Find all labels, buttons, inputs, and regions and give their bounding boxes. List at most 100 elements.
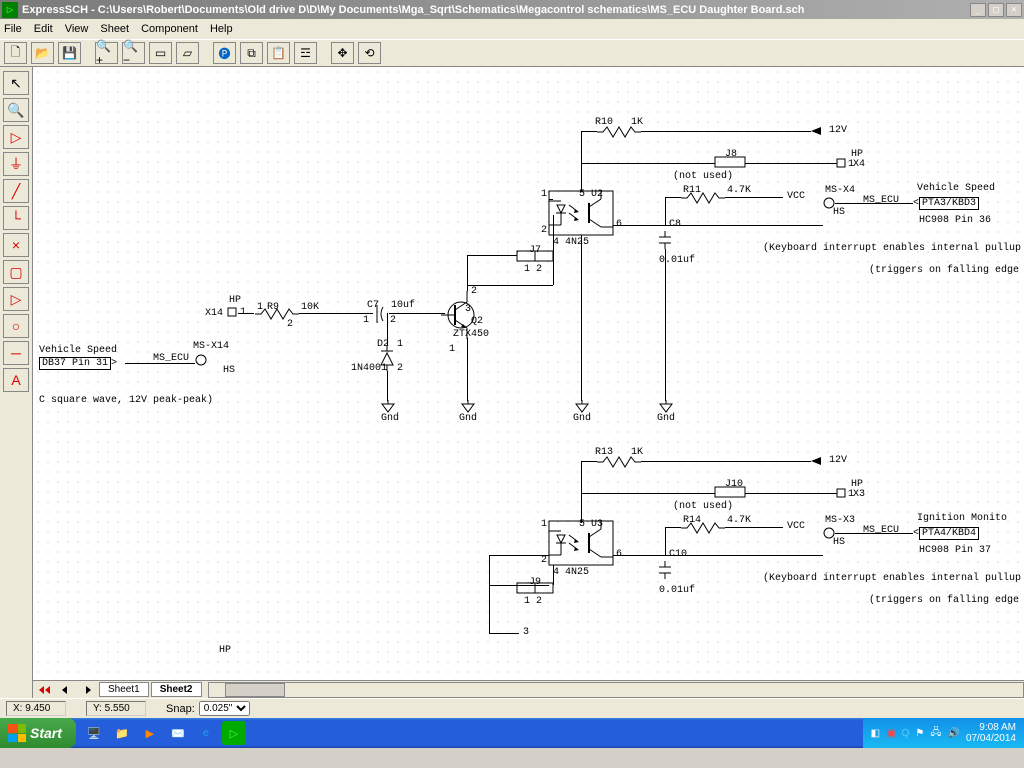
quicklaunch-expresssch[interactable]: ▷ [222, 721, 246, 745]
r13-val: 1K [631, 447, 643, 458]
menu-view[interactable]: View [65, 23, 89, 35]
label-ignition-monitor: Ignition Monito [917, 513, 1007, 524]
resistor-r14 [681, 523, 725, 533]
open-button[interactable]: 📂 [31, 42, 54, 64]
port-ms-x4: MS-X4 [825, 185, 855, 196]
windows-logo-icon [8, 724, 26, 742]
app-icon: ▷ [2, 2, 18, 18]
tray-icon[interactable]: ▣ [886, 728, 895, 739]
quicklaunch-desktop[interactable]: 🖥️ [82, 721, 106, 745]
zoom-out-button[interactable]: 🔍− [122, 42, 145, 64]
label-hp: HP [229, 295, 241, 306]
tab-nav-icon[interactable] [81, 683, 95, 697]
taskbar: Start 🖥️ 📁 ▶ ✉️ e ▷ ◧ ▣ Q ⚑ 🖧 🔊 9:08 AM … [0, 718, 1024, 748]
ground-tool[interactable]: ⏚ [3, 152, 29, 176]
maximize-button[interactable]: □ [988, 3, 1004, 17]
gnd-icon [380, 400, 396, 412]
tab-nav-icon[interactable] [37, 683, 51, 697]
u3-ref: U3 [591, 519, 603, 530]
snap-label: Snap: [166, 703, 195, 715]
c8-ref: C8 [669, 219, 681, 230]
tray-flag-icon[interactable]: ⚑ [915, 728, 924, 739]
header-j9 [517, 583, 553, 595]
corner-tool[interactable]: └ [3, 206, 29, 230]
tool-palette: ↖ 🔍 ▷ ⏚ ╱ └ × ▢ ▷ ○ ─ A [0, 67, 33, 698]
zoom-page-button[interactable]: ▱ [176, 42, 199, 64]
tab-sheet2[interactable]: Sheet2 [151, 682, 202, 697]
move-button[interactable]: ✥ [331, 42, 354, 64]
q2-part: ZTX450 [453, 329, 489, 340]
rotate-button[interactable]: ⟲ [358, 42, 381, 64]
conn-pta3: PTA3/KBD3 [919, 197, 979, 210]
tray-icon[interactable]: ◧ [871, 728, 880, 739]
label-hc908-36: HC908 Pin 36 [919, 215, 991, 226]
c10-val: 0.01uf [659, 585, 695, 596]
menu-edit[interactable]: Edit [34, 23, 53, 35]
start-button[interactable]: Start [0, 718, 76, 748]
tray-icon[interactable]: Q [902, 728, 910, 739]
new-button[interactable]: 🗋 [4, 42, 27, 64]
status-x: X: 9.450 [6, 701, 66, 716]
quicklaunch-ie[interactable]: e [194, 721, 218, 745]
gnd-icon [460, 400, 476, 412]
clock[interactable]: 9:08 AM 07/04/2014 [966, 722, 1016, 744]
menu-file[interactable]: File [4, 23, 22, 35]
tab-sheet1[interactable]: Sheet1 [99, 682, 149, 697]
u3-part: 4 4N25 [553, 567, 589, 578]
port-hs: HS [223, 365, 235, 376]
triangle-tool[interactable]: ▷ [3, 287, 29, 311]
quicklaunch-thunderbird[interactable]: ✉️ [166, 721, 190, 745]
menu-component[interactable]: Component [141, 23, 198, 35]
circle-tool[interactable]: ○ [3, 314, 29, 338]
tab-nav-icon[interactable] [59, 683, 73, 697]
tray-network-icon[interactable]: 🖧 [930, 725, 941, 742]
text-tool[interactable]: A [3, 368, 29, 392]
tray-volume-icon[interactable]: 🔊 [947, 728, 959, 739]
layers-button[interactable]: ☲ [294, 42, 317, 64]
label-vehicle-speed-out: Vehicle Speed [917, 183, 995, 194]
toolbar: 🗋 📂 💾 🔍+ 🔍− ▭ ▱ 🅟 ⧉ 📋 ☲ ✥ ⟲ [0, 39, 1024, 67]
sheet-tabs: Sheet1 Sheet2 [33, 680, 1024, 698]
label-vehicle-speed-in: Vehicle Speed [39, 345, 117, 356]
label-x14: X14 [205, 308, 223, 319]
print-button[interactable]: 🅟 [213, 42, 236, 64]
resistor-r13 [597, 457, 641, 467]
j7-pins: 1 2 [524, 264, 542, 275]
label-12v: 12V [829, 125, 847, 136]
header-j7 [517, 251, 553, 263]
schematic-canvas[interactable]: Vehicle Speed MS_ECU DB37 Pin 31> MS-X14… [33, 67, 1024, 680]
zoom-in-button[interactable]: 🔍+ [95, 42, 118, 64]
zoom-fit-button[interactable]: ▭ [149, 42, 172, 64]
capacitor-c8 [657, 231, 673, 249]
j8-note: (not used) [673, 171, 733, 182]
menu-help[interactable]: Help [210, 23, 233, 35]
copy-button[interactable]: ⧉ [240, 42, 263, 64]
horizontal-scrollbar[interactable] [208, 682, 1024, 698]
j10-note: (not used) [673, 501, 733, 512]
select-tool[interactable]: ↖ [3, 71, 29, 95]
zoom-tool[interactable]: 🔍 [3, 98, 29, 122]
paste-button[interactable]: 📋 [267, 42, 290, 64]
label-x4: X4 [853, 159, 865, 170]
minimize-button[interactable]: _ [970, 3, 986, 17]
close-button[interactable]: × [1006, 3, 1022, 17]
menu-bar: File Edit View Sheet Component Help [0, 19, 1024, 39]
save-button[interactable]: 💾 [58, 42, 81, 64]
component-tool[interactable]: ▷ [3, 125, 29, 149]
capacitor-c10 [657, 561, 673, 579]
quicklaunch-media[interactable]: ▶ [138, 721, 162, 745]
conn-db37-31: DB37 Pin 31 [39, 357, 111, 370]
note-square-wave: C square wave, 12V peak-peak) [39, 395, 213, 406]
junction-tool[interactable]: × [3, 233, 29, 257]
r14-val: 4.7K [727, 515, 751, 526]
line-tool[interactable]: ─ [3, 341, 29, 365]
menu-sheet[interactable]: Sheet [100, 23, 129, 35]
net-ms-ecu-out: MS_ECU [863, 195, 899, 206]
r10-val: 1K [631, 117, 643, 128]
quicklaunch-explorer[interactable]: 📁 [110, 721, 134, 745]
u2-part: 4 4N25 [553, 237, 589, 248]
rect-tool[interactable]: ▢ [3, 260, 29, 284]
snap-select[interactable]: 0.025" [199, 701, 250, 716]
system-tray[interactable]: ◧ ▣ Q ⚑ 🖧 🔊 9:08 AM 07/04/2014 [863, 718, 1024, 748]
wire-tool[interactable]: ╱ [3, 179, 29, 203]
